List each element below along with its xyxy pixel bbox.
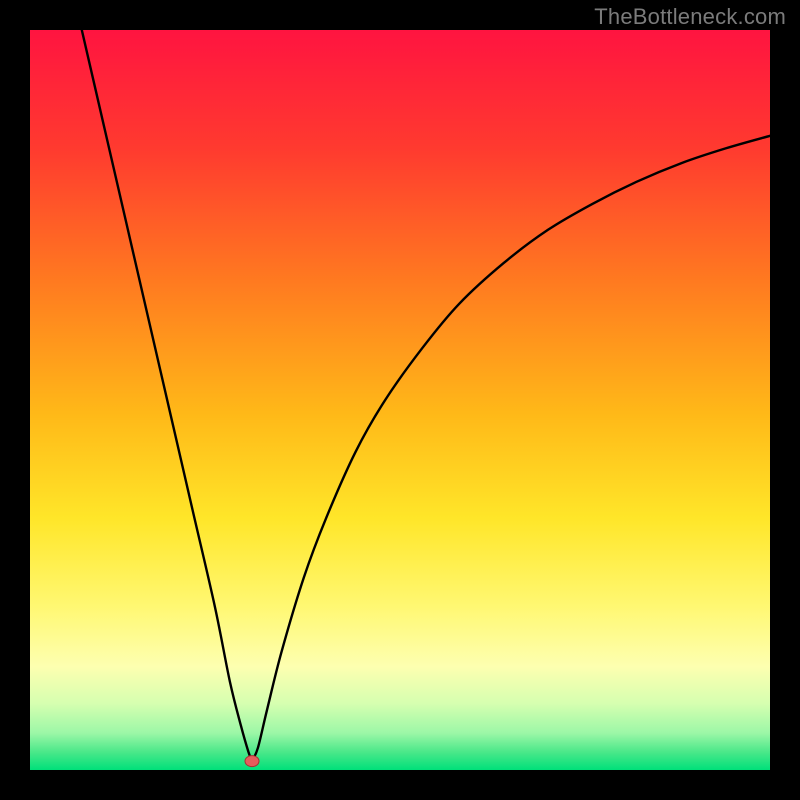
minimum-marker xyxy=(245,756,259,767)
gradient-background xyxy=(30,30,770,770)
plot-area xyxy=(30,30,770,770)
watermark-label: TheBottleneck.com xyxy=(594,4,786,30)
plot-svg xyxy=(30,30,770,770)
chart-frame: TheBottleneck.com xyxy=(0,0,800,800)
